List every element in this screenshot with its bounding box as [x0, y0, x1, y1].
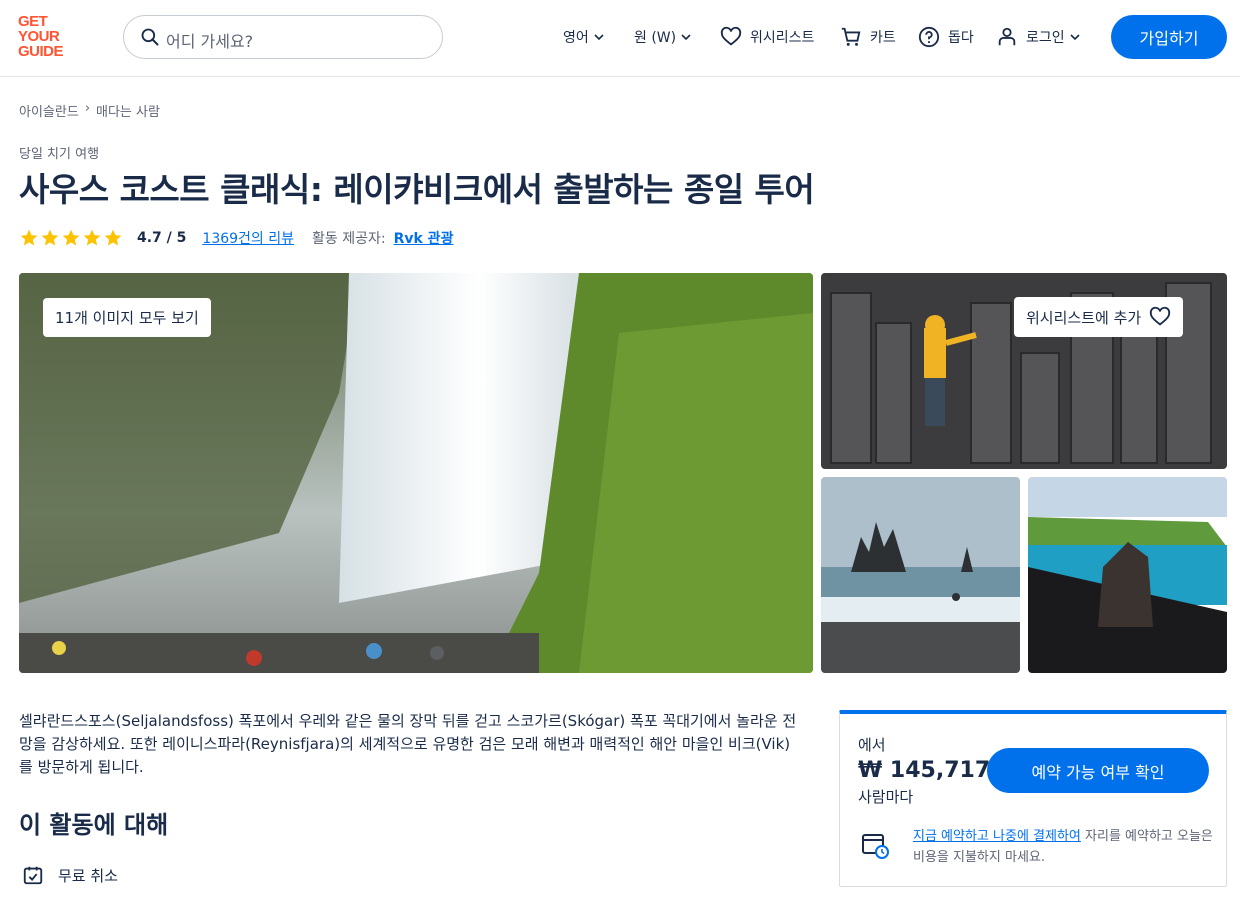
logo-line-1: GET — [18, 13, 48, 30]
chevron-down-icon — [681, 34, 691, 41]
price-from-label: 에서 — [858, 736, 886, 754]
activity-description: 셀랴란드스포스(Seljalandsfoss) 폭포에서 우레와 같은 물의 장… — [19, 712, 797, 776]
chevron-down-icon — [1070, 34, 1080, 41]
free-cancellation-item: 무료 취소 — [22, 864, 118, 886]
calendar-clock-icon — [862, 834, 889, 859]
login-label: 로그인 — [1026, 30, 1065, 46]
currency-selector[interactable]: 원 (W) — [634, 27, 692, 47]
black-beach-image — [1028, 477, 1227, 673]
rating-row: 4.7 / 5 1369건의 리뷰 활동 제공자: Rvk 관광 — [19, 228, 453, 248]
calendar-check-icon — [23, 866, 43, 885]
per-person-label: 사람마다 — [858, 788, 914, 806]
user-icon — [998, 27, 1016, 46]
language-label: 영어 — [563, 30, 589, 46]
login-nav[interactable]: 로그인 — [996, 27, 1081, 47]
breadcrumb-item-current[interactable]: 매다는 사람 — [96, 101, 160, 120]
activity-category: 당일 치기 여행 — [19, 147, 100, 162]
free-cancellation-label: 무료 취소 — [58, 866, 118, 885]
search-input[interactable]: 어디 가세요? — [123, 15, 443, 59]
star-icon — [104, 229, 122, 246]
page-title: 사우스 코스트 클래식: 레이캬비크에서 출발하는 종일 투어 — [19, 170, 815, 209]
search-placeholder: 어디 가세요? — [166, 32, 254, 51]
provider-label: 활동 제공자: — [312, 231, 386, 247]
add-to-wishlist-label: 위시리스트에 추가 — [1026, 308, 1142, 327]
image-sea-stacks[interactable] — [821, 477, 1020, 673]
help-label: 돕다 — [948, 30, 974, 46]
reserve-now-text: 지금 예약하고 나중에 결제하여 자리를 예약하고 오늘은 비용을 지불하지 마… — [913, 826, 1213, 868]
wishlist-label: 위시리스트 — [750, 30, 815, 46]
about-section-title: 이 활동에 대해 — [19, 811, 169, 839]
search-icon — [141, 28, 159, 46]
signup-button[interactable]: 가입하기 — [1111, 15, 1227, 59]
cart-nav[interactable]: 카트 — [840, 27, 896, 47]
breadcrumb-separator: › — [84, 101, 91, 116]
add-to-wishlist-button[interactable]: 위시리스트에 추가 — [1014, 297, 1184, 337]
breadcrumb-item-iceland[interactable]: 아이슬란드 — [19, 101, 79, 120]
price-value: ₩ 145,717 — [858, 758, 991, 783]
view-all-images-button[interactable]: 11개 이미지 모두 보기 — [43, 298, 211, 337]
heart-icon — [1150, 306, 1171, 326]
help-icon — [918, 26, 940, 48]
image-black-beach[interactable] — [1028, 477, 1227, 673]
star-icon — [20, 229, 38, 246]
help-nav[interactable]: 돕다 — [918, 26, 974, 48]
booking-card: 에서 ₩ 145,717 사람마다 예약 가능 여부 확인 지금 예약하고 나중… — [839, 710, 1227, 887]
rating-score: 4.7 / 5 — [137, 230, 187, 246]
logo-line-2: YOUR — [18, 28, 60, 45]
language-selector[interactable]: 영어 — [563, 27, 605, 47]
getyourguide-logo[interactable]: GET YOUR GUIDE — [18, 14, 78, 59]
star-icon — [62, 229, 80, 246]
currency-label: 원 (W) — [634, 30, 677, 46]
breadcrumb: 아이슬란드 › 매다는 사람 — [19, 101, 160, 120]
heart-icon — [720, 26, 742, 46]
star-icon — [41, 229, 59, 246]
wishlist-nav[interactable]: 위시리스트 — [720, 26, 815, 47]
check-availability-button[interactable]: 예약 가능 여부 확인 — [987, 748, 1209, 793]
sea-stacks-image — [821, 477, 1020, 673]
rating-stars — [19, 228, 123, 248]
chevron-down-icon — [594, 34, 604, 41]
logo-line-3: GUIDE — [18, 43, 64, 60]
star-icon — [83, 229, 101, 246]
site-header: GET YOUR GUIDE 어디 가세요? 영어 원 (W) 위시리스트 카트… — [0, 0, 1240, 77]
cart-icon — [841, 27, 861, 46]
cart-label: 카트 — [870, 30, 896, 46]
reserve-now-link[interactable]: 지금 예약하고 나중에 결제하여 — [913, 829, 1081, 844]
provider-link[interactable]: Rvk 관광 — [394, 228, 454, 248]
reviews-link[interactable]: 1369건의 리뷰 — [202, 228, 294, 248]
